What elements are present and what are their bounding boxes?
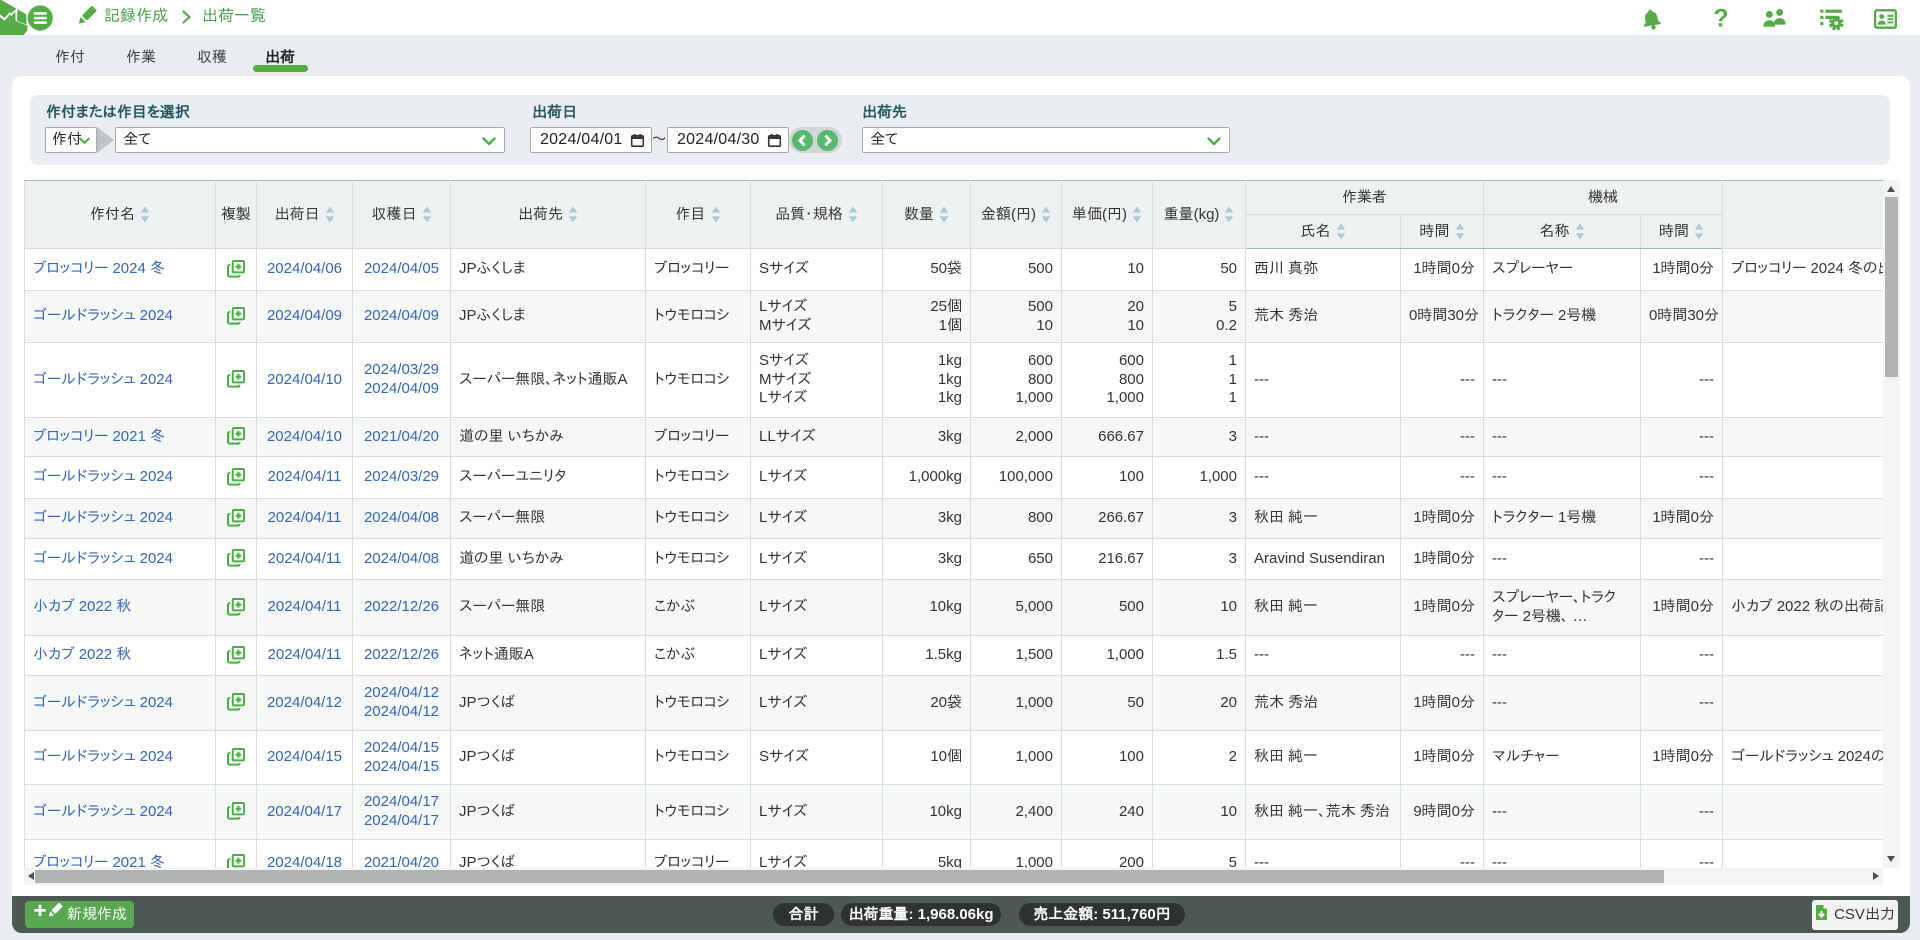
svg-text:?: ?	[1713, 7, 1728, 31]
